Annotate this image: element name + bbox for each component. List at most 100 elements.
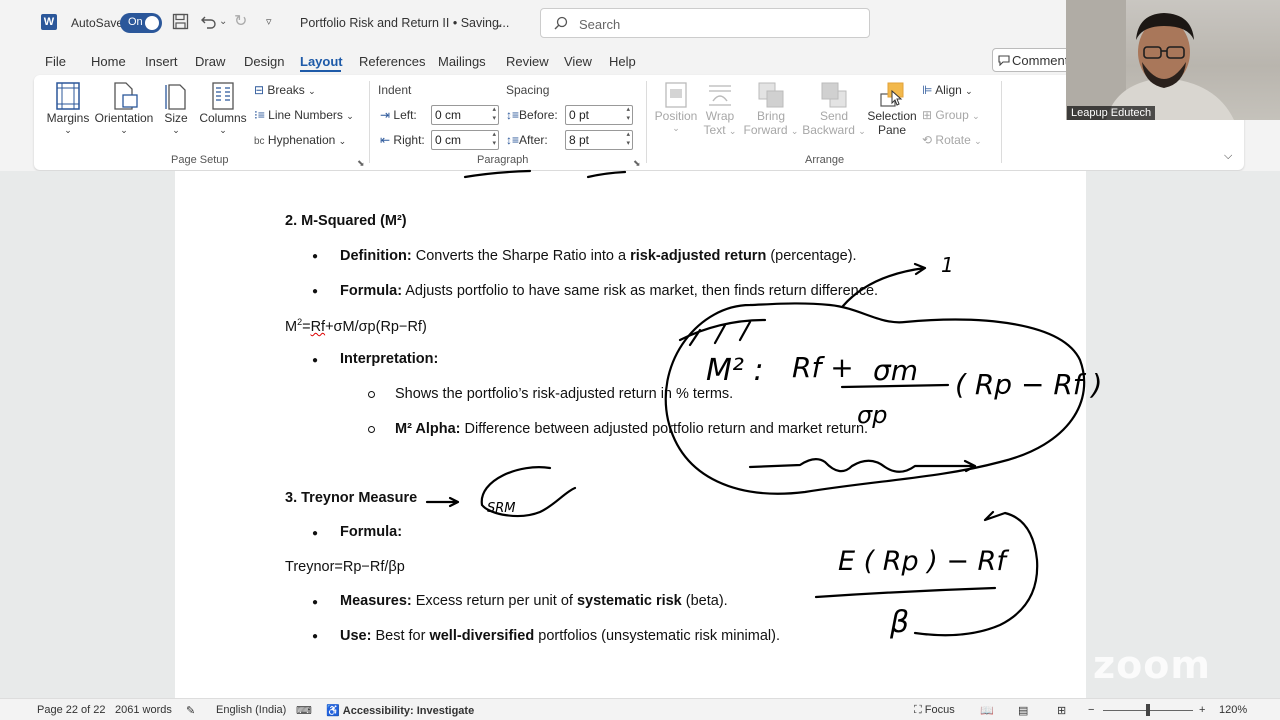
zoom-in-icon[interactable]: + — [1199, 704, 1205, 716]
indent-right-label: ⇤ Right: — [380, 133, 425, 147]
accessibility-status[interactable]: ♿ Accessibility: Investigate — [326, 704, 474, 717]
spacing-header: Spacing — [506, 83, 550, 97]
columns-button[interactable]: Columns ⌄ — [196, 81, 250, 136]
margins-button[interactable]: Margins ⌄ — [44, 81, 92, 136]
autosave-toggle[interactable]: On — [120, 13, 162, 33]
tab-layout[interactable]: Layout — [300, 54, 343, 69]
interp-sub-2: M² Alpha: Difference between adjusted po… — [395, 421, 869, 437]
ribbon-layout: Margins ⌄ Orientation ⌄ Size ⌄ Columns ⌄… — [34, 75, 1244, 170]
focus-button[interactable]: ⛶ Focus — [914, 704, 955, 717]
title-dropdown-icon[interactable]: ⌄ — [494, 14, 504, 32]
tab-help[interactable]: Help — [609, 54, 636, 69]
rotate-icon: ⟲ — [922, 133, 933, 147]
align-chevron-icon: ⌄ — [965, 86, 973, 96]
print-layout-icon[interactable]: ▤ — [1018, 704, 1028, 717]
line-numbers-button[interactable]: ⁝≡ Line Numbers ⌄ — [254, 108, 354, 122]
tab-view[interactable]: View — [564, 54, 592, 69]
web-layout-icon[interactable]: ⊞ — [1057, 704, 1066, 717]
zoom-level[interactable]: 120% — [1219, 704, 1247, 716]
comment-button[interactable]: Comment — [992, 48, 1072, 72]
size-button[interactable]: Size ⌄ — [158, 81, 194, 136]
tab-home[interactable]: Home — [91, 54, 126, 69]
zoom-out-icon[interactable]: − — [1088, 704, 1094, 716]
wrap-text-label-2-text: Text — [703, 123, 726, 137]
line-numbers-label: Line Numbers — [268, 108, 343, 122]
page-count[interactable]: Page 22 of 22 — [37, 704, 106, 716]
autosave-state: On — [128, 16, 143, 28]
undo-dropdown-icon[interactable]: ⌄ — [219, 13, 227, 31]
zoom-slider-thumb[interactable] — [1146, 704, 1150, 716]
breaks-button[interactable]: ⊟ Breaks ⌄ — [254, 83, 316, 97]
align-icon: ⊫ — [922, 83, 933, 97]
tab-draw[interactable]: Draw — [195, 54, 225, 69]
spacing-before-label: ↕≡Before: — [506, 108, 558, 122]
m2-equation: M2=Rf+σM/σp(Rp−Rf) — [285, 317, 427, 335]
columns-icon — [212, 82, 234, 110]
undo-icon[interactable] — [200, 13, 217, 35]
spacing-before-text: Before: — [519, 108, 558, 122]
proofing-icon[interactable]: ✎ — [186, 704, 195, 717]
page-setup-group-label: Page Setup — [171, 154, 229, 166]
search-placeholder: Search — [579, 17, 621, 32]
selection-pane-label-2: Pane — [877, 123, 907, 137]
orientation-button[interactable]: Orientation ⌄ — [92, 81, 156, 136]
columns-chevron-icon: ⌄ — [219, 125, 227, 135]
breaks-chevron-icon: ⌄ — [308, 86, 316, 96]
spacing-after-input[interactable]: 8 pt — [565, 130, 633, 150]
tab-review[interactable]: Review — [506, 54, 549, 69]
tab-mailings[interactable]: Mailings — [438, 54, 486, 69]
accessibility-text: Accessibility: Investigate — [342, 705, 475, 717]
orientation-icon — [114, 82, 138, 110]
align-button[interactable]: ⊫ Align ⌄ — [922, 83, 973, 97]
bring-forward-label-2: Forward ⌄ — [740, 123, 802, 137]
hyphenation-button[interactable]: bc Hyphenation ⌄ — [254, 133, 346, 147]
indent-header: Indent — [378, 83, 412, 97]
margins-label: Margins — [46, 111, 90, 125]
toggle-knob — [145, 16, 159, 30]
line-numbers-chevron-icon: ⌄ — [346, 111, 354, 121]
focus-icon: ⛶ — [914, 704, 922, 716]
wrap-text-chevron-icon: ⌄ — [728, 126, 737, 136]
accessibility-icon: ♿ — [326, 705, 340, 717]
paragraph-launcher-icon[interactable]: ⬊ — [633, 158, 641, 169]
columns-label: Columns — [199, 111, 247, 125]
customize-toolbar-icon[interactable]: ▿ — [266, 13, 272, 31]
wrap-text-label-2: Text ⌄ — [698, 123, 742, 137]
size-icon — [165, 84, 186, 110]
hyphenation-chevron-icon: ⌄ — [338, 136, 347, 146]
page-setup-launcher-icon[interactable]: ⬊ — [357, 158, 365, 169]
spacing-after-icon: ↕≡ — [506, 133, 520, 147]
collapse-ribbon-icon[interactable]: ⌵ — [1224, 150, 1232, 163]
bring-forward-chevron-icon: ⌄ — [790, 126, 799, 136]
indent-left-icon: ⇥ — [380, 108, 391, 122]
word-count[interactable]: 2061 words — [115, 704, 172, 716]
selection-pane-label-1: Selection — [867, 109, 917, 123]
search-box[interactable]: Search — [540, 8, 870, 38]
language[interactable]: English (India) — [216, 704, 286, 716]
text-predictions-icon[interactable]: ⌨ — [296, 704, 312, 717]
document-title[interactable]: Portfolio Risk and Return II • Saving... — [300, 16, 509, 30]
treynor-formula-label: Formula: — [340, 524, 403, 540]
send-backward-label-1: Send — [819, 109, 849, 123]
tab-file[interactable]: File — [45, 54, 66, 69]
align-label: Align — [935, 83, 962, 97]
spacing-before-input[interactable]: 0 pt — [565, 105, 633, 125]
indent-left-text: Left: — [393, 108, 417, 122]
treynor-equation: Treynor=Rp−Rf/βp — [285, 559, 405, 575]
indent-right-text: Right: — [393, 133, 425, 147]
save-icon[interactable] — [172, 13, 189, 35]
tab-insert[interactable]: Insert — [145, 54, 178, 69]
wrap-text-label-1: Wrap — [705, 109, 735, 123]
indent-left-input[interactable]: 0 cm — [431, 105, 499, 125]
tab-references[interactable]: References — [359, 54, 425, 69]
selection-pane-button[interactable]: Selection Pane — [866, 81, 918, 137]
group-chevron-icon: ⌄ — [972, 111, 980, 121]
rotate-button: ⟲ Rotate ⌄ — [922, 133, 982, 147]
indent-right-input[interactable]: 0 cm — [431, 130, 499, 150]
bring-forward-icon — [758, 82, 784, 108]
status-bar: Page 22 of 22 2061 words ✎ English (Indi… — [0, 698, 1280, 720]
size-chevron-icon: ⌄ — [172, 125, 180, 135]
comment-label: Comment — [1012, 53, 1069, 68]
read-mode-icon[interactable]: 📖 — [980, 704, 994, 717]
tab-design[interactable]: Design — [244, 54, 284, 69]
